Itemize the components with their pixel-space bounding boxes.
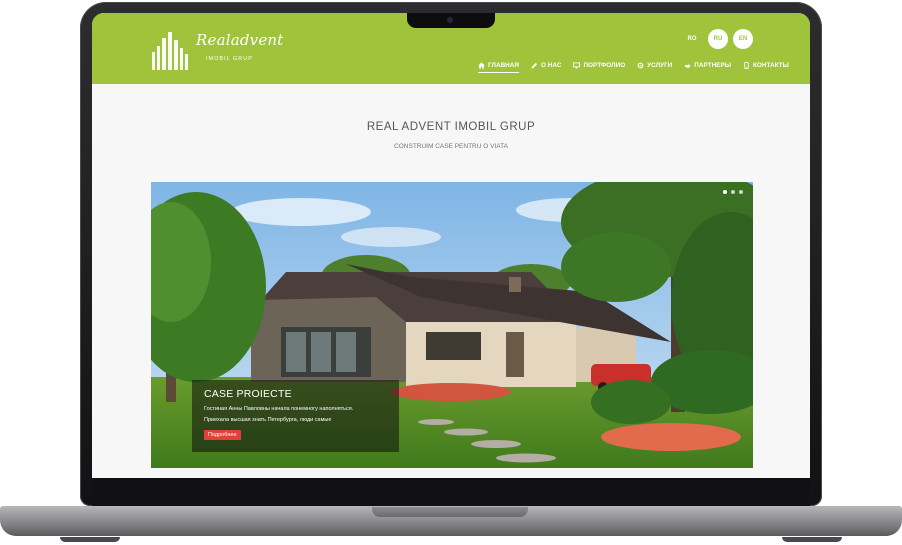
handshake-icon [684,64,691,69]
pencil-icon [531,62,538,69]
nav-label-about: О НАС [541,61,562,69]
caption-text-line: Гостиная Анны Павловны начала понемногу … [204,406,354,412]
laptop-mockup: Realadvent IMOBIL GRUP RO RU EN ГЛАВНАЯ … [0,0,902,545]
slider-dots [723,190,743,194]
nav-item-home[interactable]: ГЛАВНАЯ [478,60,520,73]
nav-label-portfolio: ПОРТФОЛИО [583,61,626,69]
details-button[interactable]: Подробнее [204,430,241,440]
logo-subtitle: IMOBIL GRUP [206,56,253,62]
slide-caption: CASE PROIECTE Гостиная Анны Павловны нач… [192,380,399,452]
phone-icon [744,62,749,69]
slider-dot[interactable] [739,190,743,194]
screen-bottom-bezel [92,478,810,506]
caption-text-line: Приехала высшая знать Петербурга, люди с… [204,417,332,423]
camera-icon [447,17,453,23]
browser-page: Realadvent IMOBIL GRUP RO RU EN ГЛАВНАЯ … [92,13,810,478]
main-nav: ГЛАВНАЯ О НАС ПОРТФОЛИО УСЛУГИ ПАРТНЕРЫ [478,59,789,73]
page-subtitle: CONSTRUIM CASE PENTRU O VIATA [394,143,508,150]
lang-ru[interactable]: RU [708,29,728,49]
nav-item-portfolio[interactable]: ПОРТФОЛИО [573,60,625,73]
monitor-icon [573,62,581,69]
slider-dot[interactable] [731,190,735,194]
nav-item-services[interactable]: УСЛУГИ [637,60,672,73]
camera-notch [407,13,495,28]
logo[interactable]: Realadvent IMOBIL GRUP [150,28,290,70]
nav-label-partners: ПАРТНЕРЫ [694,61,731,69]
lang-ro[interactable]: RO [682,29,702,49]
lang-en[interactable]: EN [733,29,753,49]
slider-dot[interactable] [723,190,727,194]
caption-title: CASE PROIECTE [204,388,292,400]
logo-buildings-icon [152,32,188,70]
nav-label-services: УСЛУГИ [647,61,673,69]
laptop-foot [782,537,842,542]
laptop-opening-notch [372,507,528,517]
logo-name: Realadvent [196,31,284,49]
caption-text: Гостиная Анны Павловны начала понемногу … [204,404,384,426]
gear-icon [637,62,644,69]
laptop-foot [60,537,120,542]
page-title: REAL ADVENT IMOBIL GRUP [366,121,536,133]
home-icon [478,62,485,69]
nav-item-partners[interactable]: ПАРТНЕРЫ [684,60,731,73]
nav-label-contacts: КОНТАКТЫ [752,61,789,69]
nav-item-contacts[interactable]: КОНТАКТЫ [743,60,789,73]
hero-slider[interactable]: CASE PROIECTE Гостиная Анны Павловны нач… [151,182,753,468]
nav-label-home: ГЛАВНАЯ [488,61,520,69]
nav-item-about[interactable]: О НАС [531,60,561,73]
